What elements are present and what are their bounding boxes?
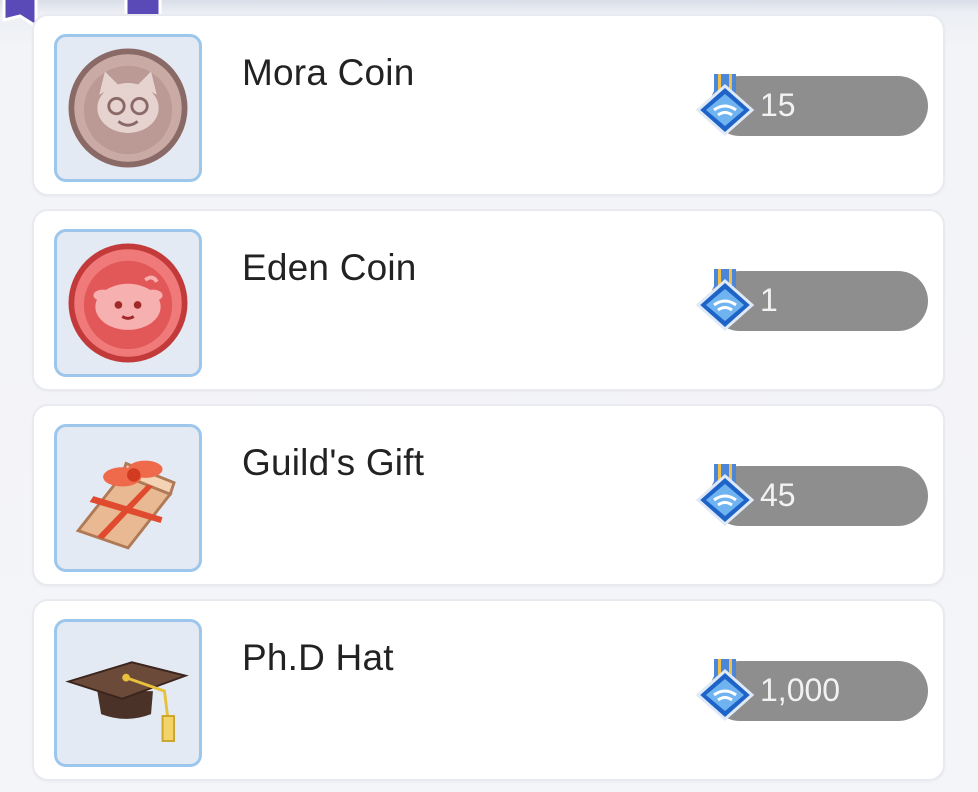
mora-coin-icon xyxy=(68,48,188,168)
medal-gem-icon xyxy=(695,269,755,332)
gift-box-icon xyxy=(75,460,176,550)
shop-item-card[interactable]: Mora Coin 15 xyxy=(32,14,945,196)
item-price: 1 xyxy=(760,282,778,318)
item-name: Ph.D Hat xyxy=(242,637,394,678)
medal-gem-icon xyxy=(695,74,755,137)
item-price: 15 xyxy=(760,87,796,123)
item-icon-frame xyxy=(54,619,202,767)
price-pill[interactable]: 1 xyxy=(695,269,928,332)
item-icon-frame xyxy=(54,229,202,377)
item-price: 1,000 xyxy=(760,672,841,708)
eden-coin-icon xyxy=(68,243,188,363)
item-price: 45 xyxy=(760,477,796,513)
shop-item-card[interactable]: Ph.D Hat 1,000 xyxy=(32,599,945,781)
price-pill[interactable]: 45 xyxy=(695,464,928,527)
medal-gem-icon xyxy=(695,659,755,722)
item-icon-frame xyxy=(54,34,202,182)
graduation-cap-icon xyxy=(65,661,189,742)
price-pill[interactable]: 1,000 xyxy=(695,659,928,722)
price-pill[interactable]: 15 xyxy=(695,74,928,137)
item-name: Mora Coin xyxy=(242,52,415,93)
item-name: Eden Coin xyxy=(242,247,417,288)
item-name: Guild's Gift xyxy=(242,442,425,483)
medal-gem-icon xyxy=(695,464,755,527)
shop-item-card[interactable]: Eden Coin 1 xyxy=(32,209,945,391)
shop-item-card[interactable]: Guild's Gift 45 xyxy=(32,404,945,586)
item-icon-frame xyxy=(54,424,202,572)
